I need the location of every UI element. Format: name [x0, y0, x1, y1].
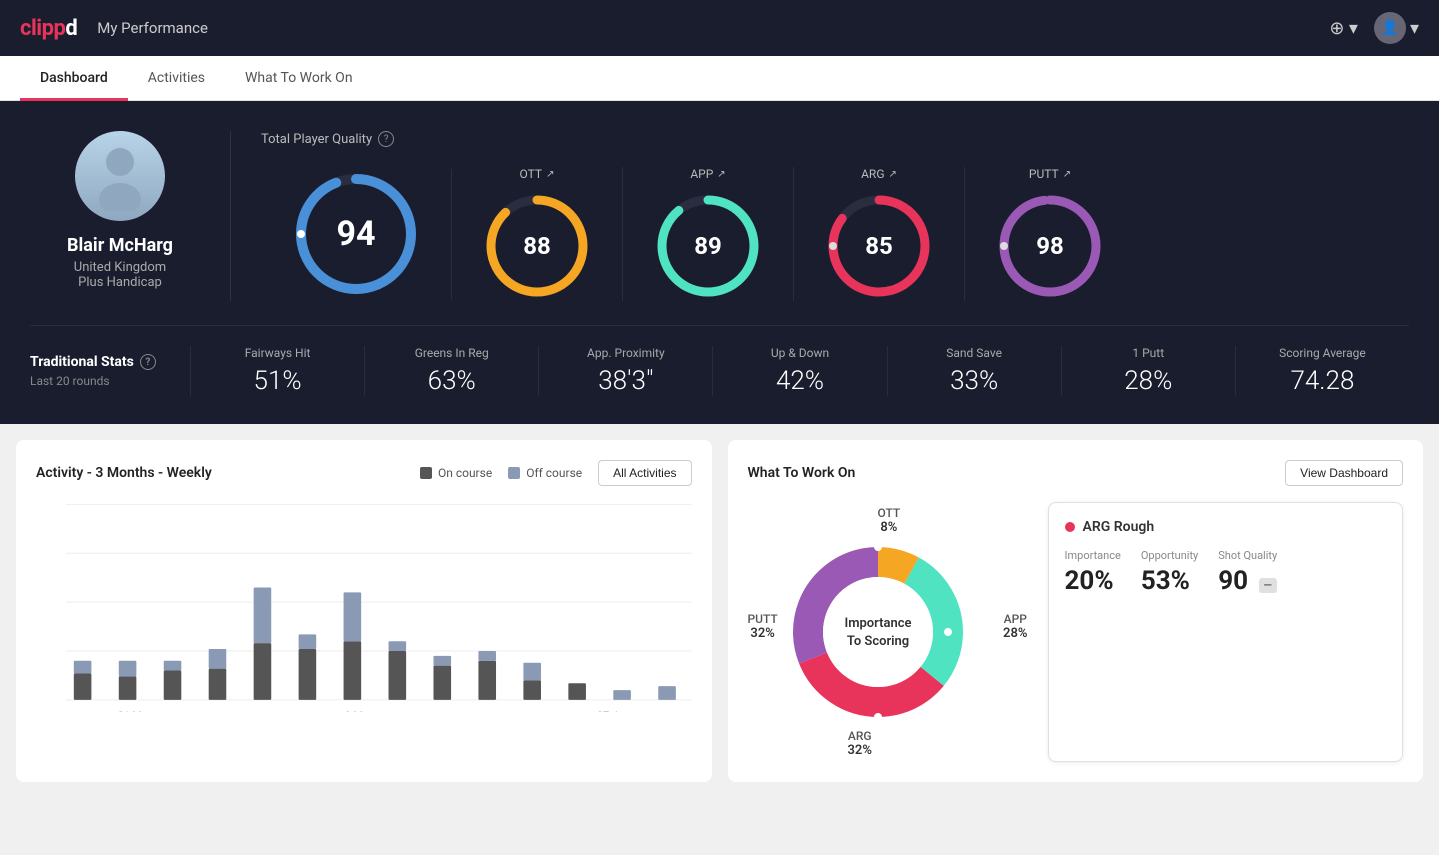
tab-what-to-work-on[interactable]: What To Work On — [225, 56, 373, 101]
player-country: United Kingdom — [74, 260, 166, 275]
wtwo-body: Importance To Scoring OTT 8% APP 28% — [748, 502, 1404, 762]
app-score: 89 — [694, 232, 722, 260]
app-label: APP ↗ — [690, 167, 725, 181]
donut-label-ott: OTT 8% — [878, 506, 901, 535]
trad-stats-sub: Last 20 rounds — [30, 374, 190, 388]
putt-label: PUTT ↗ — [1029, 167, 1071, 181]
stat-scoring-avg: Scoring Average 74.28 — [1235, 346, 1409, 396]
arg-gauge: ARG ↗ 85 — [794, 167, 965, 301]
chart-container: 0 2 4 6 8 — [36, 502, 692, 716]
top-nav: clippd My Performance ⊕ ▾ 👤 ▾ — [0, 0, 1439, 56]
putt-score: 98 — [1036, 232, 1064, 260]
ott-gauge-circle: 88 — [482, 191, 592, 301]
trad-stats-help-icon[interactable]: ? — [140, 354, 156, 370]
stat-app-proximity: App. Proximity 38'3" — [538, 346, 712, 396]
add-button[interactable]: ⊕ ▾ — [1329, 18, 1358, 39]
svg-text:To Scoring: To Scoring — [846, 634, 908, 649]
stat-sand-save: Sand Save 33% — [887, 346, 1061, 396]
ott-gauge: OTT ↗ 88 — [452, 167, 623, 301]
traditional-stats: Traditional Stats ? Last 20 rounds Fairw… — [30, 325, 1409, 396]
quality-help-icon[interactable]: ? — [378, 131, 394, 147]
avatar — [75, 131, 165, 221]
stat-greens-in-reg: Greens In Reg 63% — [364, 346, 538, 396]
stat-1-putt: 1 Putt 28% — [1061, 346, 1235, 396]
svg-text:Importance: Importance — [844, 616, 911, 631]
ott-label: OTT ↗ — [520, 167, 555, 181]
player-name: Blair McHarg — [67, 235, 173, 256]
hero-section: Blair McHarg United Kingdom Plus Handica… — [0, 101, 1439, 424]
wtwo-title: What To Work On — [748, 465, 856, 481]
tabs-bar: Dashboard Activities What To Work On — [0, 56, 1439, 101]
wtwo-header: What To Work On View Dashboard — [748, 460, 1404, 486]
ott-arrow-icon: ↗ — [546, 169, 554, 180]
nav-title: My Performance — [97, 19, 208, 37]
legend-off-dot — [508, 467, 520, 479]
quality-label: Total Player Quality ? — [261, 131, 1409, 147]
putt-gauge-circle: 98 — [995, 191, 1105, 301]
bottom-panels: Activity - 3 Months - Weekly On course O… — [0, 424, 1439, 798]
chart-legend: On course Off course — [420, 466, 582, 480]
trad-stats-label: Traditional Stats ? Last 20 rounds — [30, 354, 190, 388]
nav-right: ⊕ ▾ 👤 ▾ — [1329, 12, 1419, 44]
detail-dot — [1065, 522, 1075, 532]
svg-text:9 May: 9 May — [345, 709, 374, 712]
detail-shot-quality: Shot Quality 90 — — [1218, 549, 1277, 596]
bar-chart-svg: 0 2 4 6 8 — [66, 502, 692, 712]
activity-panel: Activity - 3 Months - Weekly On course O… — [16, 440, 712, 782]
app-gauge-circle: 89 — [653, 191, 763, 301]
tab-activities[interactable]: Activities — [128, 56, 225, 101]
donut-label-app: APP 28% — [1003, 612, 1027, 641]
donut-svg: Importance To Scoring — [778, 532, 978, 732]
tab-dashboard[interactable]: Dashboard — [20, 56, 128, 101]
stat-up-down: Up & Down 42% — [712, 346, 886, 396]
arg-gauge-circle: 85 — [824, 191, 934, 301]
all-activities-button[interactable]: All Activities — [598, 460, 691, 486]
scores-section: Total Player Quality ? 94 — [230, 131, 1409, 301]
arg-label: ARG ↗ — [861, 167, 897, 181]
view-dashboard-button[interactable]: View Dashboard — [1285, 460, 1403, 486]
stat-fairways-hit: Fairways Hit 51% — [190, 346, 364, 396]
detail-importance: Importance 20% — [1065, 549, 1121, 596]
arg-score: 85 — [865, 232, 893, 260]
legend-on-course: On course — [420, 466, 492, 480]
player-info: Blair McHarg United Kingdom Plus Handica… — [30, 131, 230, 290]
donut-label-arg: ARG 32% — [848, 729, 872, 758]
svg-text:27 Jun: 27 Jun — [597, 709, 630, 712]
player-handicap: Plus Handicap — [78, 275, 162, 290]
app-arrow-icon: ↗ — [717, 169, 725, 180]
scores-row: 94 OTT ↗ 88 — [261, 167, 1409, 301]
putt-arrow-icon: ↗ — [1063, 169, 1071, 180]
logo: clippd — [20, 16, 77, 41]
detail-card: ARG Rough Importance 20% Opportunity 53%… — [1048, 502, 1404, 762]
main-score: 94 — [336, 214, 375, 254]
user-menu[interactable]: 👤 ▾ — [1374, 12, 1419, 44]
nav-left: clippd My Performance — [20, 16, 208, 41]
ott-score: 88 — [523, 232, 551, 260]
wtwo-panel: What To Work On View Dashboard — [728, 440, 1424, 782]
detail-card-title: ARG Rough — [1065, 519, 1387, 535]
trad-stats-title: Traditional Stats ? — [30, 354, 190, 370]
donut-label-putt: PUTT 32% — [748, 612, 778, 641]
svg-text:21 Mar: 21 Mar — [118, 709, 152, 712]
donut-chart: Importance To Scoring OTT 8% APP 28% — [748, 502, 1028, 762]
app-gauge: APP ↗ 89 — [623, 167, 794, 301]
chart-title: Activity - 3 Months - Weekly — [36, 465, 212, 481]
arg-arrow-icon: ↗ — [889, 169, 897, 180]
detail-stats: Importance 20% Opportunity 53% Shot Qual… — [1065, 549, 1387, 596]
main-gauge-circle: 94 — [291, 169, 421, 299]
legend-on-dot — [420, 467, 432, 479]
putt-gauge: PUTT ↗ 98 — [965, 167, 1135, 301]
chart-header: Activity - 3 Months - Weekly On course O… — [36, 460, 692, 486]
detail-area: ARG Rough Importance 20% Opportunity 53%… — [1048, 502, 1404, 762]
shot-quality-badge: — — [1259, 578, 1277, 593]
legend-off-course: Off course — [508, 466, 582, 480]
main-gauge: 94 — [261, 169, 452, 299]
detail-opportunity: Opportunity 53% — [1141, 549, 1198, 596]
